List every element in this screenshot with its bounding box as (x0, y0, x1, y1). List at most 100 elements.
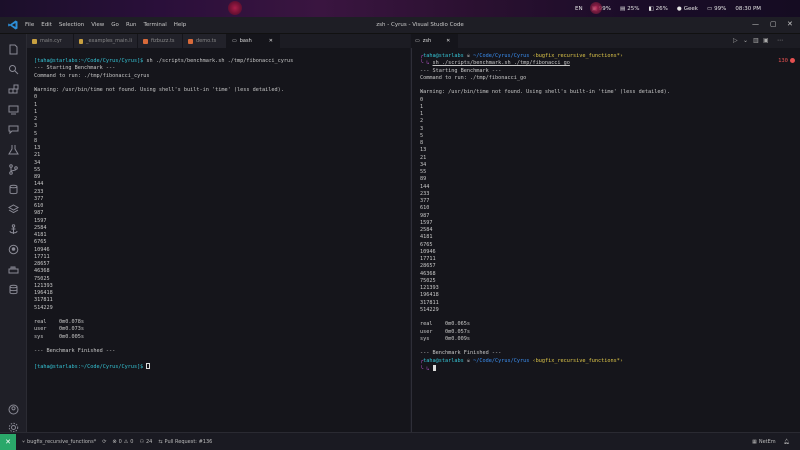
settings-gear-icon[interactable] (8, 418, 19, 433)
menu-edit[interactable]: Edit (41, 22, 52, 28)
account-icon[interactable] (8, 400, 19, 415)
editor-tab-bar-left: main.cyr _examples_main.li fizbuzz.ts de… (27, 34, 410, 48)
git-branch-status[interactable]: ⑂ bugfix_recursive_functions* (22, 439, 96, 445)
terminal-right[interactable]: 130 ╭taha@starlabs ☠ ~/Code/Cyrus/Cyrus ‹… (411, 48, 800, 432)
fibonacci-number-line: 121393 (420, 285, 439, 291)
fibonacci-number-line: 233 (34, 188, 44, 195)
problems-status[interactable]: ⊗ 0 ⚠ 0 (112, 439, 133, 445)
database-icon[interactable] (8, 180, 19, 195)
tab-zsh[interactable]: ▭ zsh ✕ (411, 34, 458, 48)
search-icon[interactable] (8, 60, 19, 75)
fibonacci-number-line: 1597 (420, 219, 433, 226)
menu-terminal[interactable]: Terminal (143, 22, 166, 28)
terminal-line: sys 0m0.009s (420, 335, 470, 342)
close-button[interactable]: ✕ (787, 20, 793, 28)
minimize-button[interactable]: — (752, 20, 759, 28)
terminal-line: [taha@starlabs:~/Code/Cyrus/Cyrus]$ (34, 362, 410, 370)
terminal-left[interactable]: [taha@starlabs:~/Code/Cyrus/Cyrus]$ sh .… (27, 48, 410, 432)
menu-run[interactable]: Run (126, 22, 137, 28)
menu-help[interactable]: Help (174, 22, 187, 28)
more-actions-icon[interactable]: ⋯ (777, 37, 783, 44)
menu-view[interactable]: View (91, 22, 104, 28)
skull-icon: ☠ (466, 357, 470, 364)
tab-bash[interactable]: ▭ bash ✕ (227, 34, 280, 48)
system-top-bar: EN ▣ 99% ▤ 25% ◧ 26% ● Geek ▭ 99% 08:30 … (0, 0, 800, 17)
status-bar: ✕ ⑂ bugfix_recursive_functions* ⟳ ⊗ 0 ⚠ … (0, 432, 800, 450)
fibonacci-number-line: 10946 (420, 248, 436, 255)
tab-label: demo.ts (196, 38, 217, 44)
battery-indicator[interactable]: ▭ 99% (707, 6, 726, 12)
mode-icon: ▦ (752, 438, 757, 445)
notifications-bell-icon[interactable]: 🔔︎ (784, 439, 790, 445)
tab-label: zsh (422, 38, 432, 44)
menu-selection[interactable]: Selection (59, 22, 84, 28)
memory-indicator: ▤ 25% (620, 6, 639, 12)
shell-prompt: [taha@starlabs:~/Code/Cyrus/Cyrus]$ (34, 58, 144, 64)
pull-request-icon: ⇆ (158, 438, 163, 445)
fibonacci-number-line: 196418 (34, 290, 53, 296)
language-indicator[interactable]: EN (575, 6, 583, 12)
file-type-icon (188, 38, 193, 44)
run-icon[interactable]: ▷ (733, 37, 738, 44)
close-tab-icon[interactable]: ✕ (269, 38, 273, 44)
clock[interactable]: 08:30 PM (735, 6, 761, 12)
menu-file[interactable]: File (25, 22, 34, 28)
tab-main-cyr[interactable]: main.cyr (27, 34, 74, 48)
memory-icon: ▤ (620, 5, 626, 12)
split-editor-icon[interactable]: ▥ (753, 37, 759, 44)
tab-examples-main[interactable]: _examples_main.li (74, 34, 138, 48)
shell-prompt-path: ~/Code/Cyrus/Cyrus (473, 53, 530, 59)
tab-demo[interactable]: demo.ts (183, 34, 227, 48)
extensions-icon[interactable] (8, 80, 19, 94)
terminal-line: --- Starting Benchmark --- (34, 65, 116, 72)
shell-prompt-path: ~/Code/Cyrus/Cyrus (473, 357, 530, 364)
fibonacci-number-line: 10946 (34, 246, 50, 253)
database-explorer-icon[interactable] (8, 280, 19, 295)
explorer-icon[interactable] (8, 40, 19, 55)
fibonacci-number-line: 21 (420, 154, 427, 161)
layout-icon[interactable]: ▣ (763, 37, 769, 44)
command-text: sh ./scripts/benchmark.sh ./tmp/fibonacc… (143, 58, 294, 64)
fibonacci-output: 0 1 1 2 3 5 8 13 21 34 55 89 144 233 377 610 987 1597 2584… (34, 94, 410, 312)
source-control-icon[interactable] (8, 160, 19, 175)
tab-fizbuzz[interactable]: fizbuzz.ts (138, 34, 183, 48)
wallpaper-logo-icon (590, 2, 602, 14)
github-icon[interactable] (8, 240, 19, 255)
tab-label: fizbuzz.ts (151, 38, 175, 44)
chevron-down-icon[interactable]: ⌄ (743, 37, 748, 44)
docker-icon[interactable] (8, 260, 19, 274)
maximize-button[interactable]: ▢ (770, 20, 777, 28)
tab-label: _examples_main.li (86, 38, 132, 44)
close-tab-icon[interactable]: ✕ (446, 38, 450, 44)
sync-button[interactable]: ⟳ (102, 439, 106, 445)
anchor-icon[interactable] (8, 220, 19, 234)
user-indicator[interactable]: ● Geek (677, 6, 698, 12)
ports-count: 24 (145, 438, 153, 445)
remote-explorer-icon[interactable] (8, 100, 19, 115)
menu-go[interactable]: Go (111, 22, 119, 28)
pull-request-label: Pull Request: #136 (164, 438, 213, 445)
testing-icon[interactable] (8, 140, 19, 155)
skull-icon: ☠ (466, 53, 470, 59)
chat-icon[interactable] (8, 120, 19, 135)
fibonacci-number-line: 1 (34, 108, 38, 115)
remote-indicator-button[interactable]: ✕ (0, 433, 16, 450)
terminal-line: [taha@starlabs:~/Code/Cyrus/Cyrus]$ sh .… (34, 58, 410, 65)
sync-icon: ⟳ (102, 438, 107, 445)
terminal-icon: ▭ (415, 38, 420, 44)
layers-icon[interactable] (7, 200, 20, 214)
tab-label: main.cyr (40, 38, 62, 44)
ports-status[interactable]: ⚇ 24 (139, 439, 152, 445)
fibonacci-number-line: 2584 (34, 224, 47, 231)
fibonacci-number-line: 8 (34, 137, 38, 144)
battery-icon: ▭ (706, 5, 713, 12)
tab-label: bash (239, 38, 252, 44)
disk-icon: ◧ (648, 5, 654, 12)
pull-request-status[interactable]: ⇆ Pull Request: #136 (158, 439, 212, 445)
mode-status[interactable]: ▦ NetEm (752, 439, 776, 445)
